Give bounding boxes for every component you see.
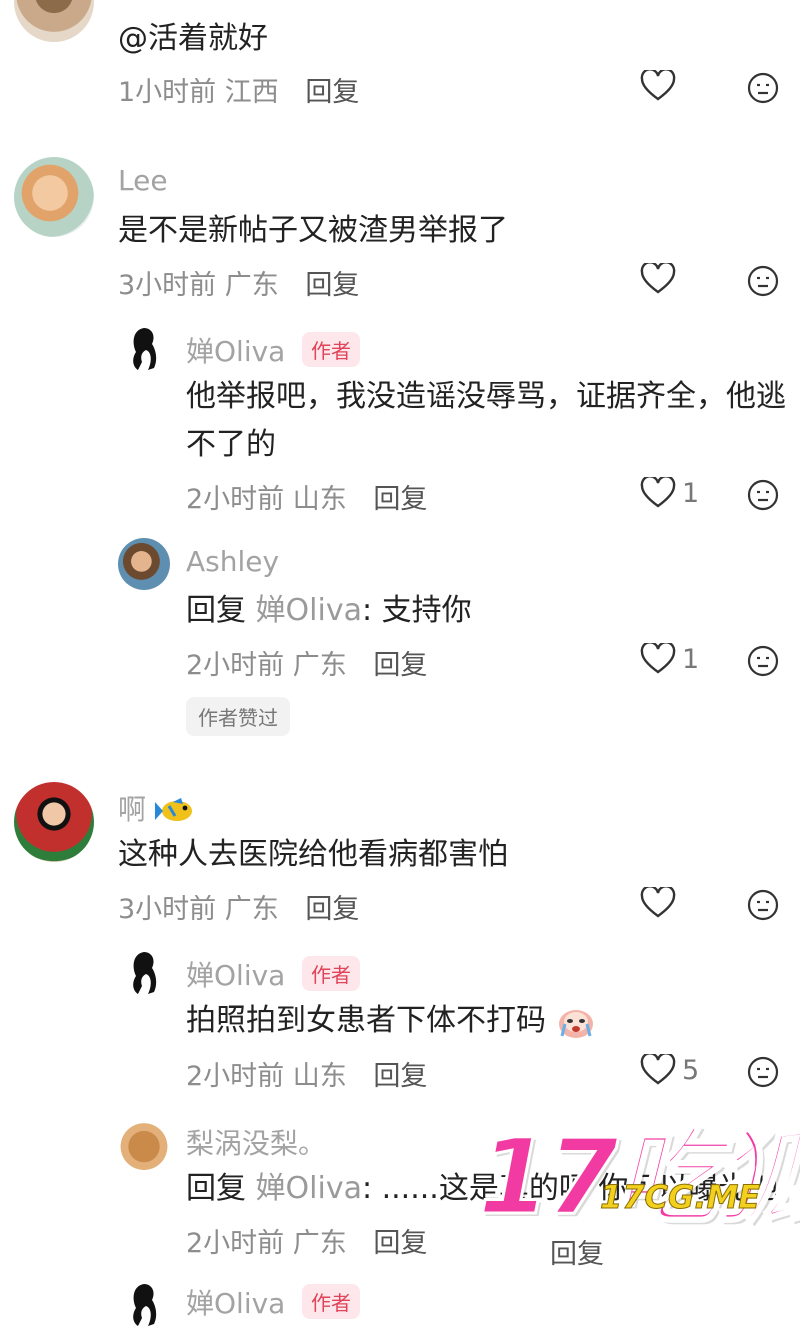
- comment-text: 他举报吧，我没造谣没辱骂，证据齐全，他逃: [186, 379, 786, 414]
- avatar[interactable]: [118, 538, 170, 590]
- dislike-icon[interactable]: [747, 889, 779, 921]
- username[interactable]: 婵Oliva: [186, 1282, 285, 1322]
- comment-region: 广东: [224, 894, 279, 925]
- crying-emoji-icon: [558, 1009, 593, 1038]
- author-badge: 作者: [302, 332, 360, 367]
- watermark-logo: 17吃狐: [477, 1115, 800, 1240]
- avatar[interactable]: [14, 782, 94, 862]
- avatar[interactable]: [118, 946, 170, 998]
- username-text: 啊: [118, 793, 147, 826]
- reply-button[interactable]: 回复: [373, 1061, 427, 1092]
- heart-icon: [640, 70, 676, 101]
- avatar[interactable]: [118, 322, 170, 374]
- reply-button[interactable]: 回复: [373, 484, 427, 515]
- avatar[interactable]: [118, 1118, 170, 1170]
- heart-icon: [640, 887, 676, 918]
- comment-time: 2小时前: [186, 650, 285, 681]
- comment-meta: 2小时前 广东 回复: [186, 643, 427, 682]
- heart-icon: [640, 477, 676, 508]
- username[interactable]: 婵Oliva: [186, 330, 285, 370]
- comment-time: 2小时前: [186, 1061, 285, 1092]
- like-count: 1: [682, 643, 700, 675]
- comment-time: 2小时前: [186, 484, 285, 515]
- heart-icon: [640, 643, 676, 674]
- comment-region: 广东: [292, 1228, 347, 1259]
- reply-button[interactable]: 回复: [305, 894, 359, 925]
- comment-text: 是不是新帖子又被渣男举报了: [118, 213, 508, 248]
- fish-emoji-icon: [154, 798, 192, 821]
- reply-button[interactable]: 回复: [305, 77, 359, 108]
- avatar[interactable]: [118, 1278, 170, 1330]
- username[interactable]: 婵Oliva: [186, 954, 285, 994]
- comment-region: 广东: [292, 650, 347, 681]
- comment-text: 这种人去医院给他看病都害怕: [118, 837, 508, 872]
- comment-time: 3小时前: [118, 894, 217, 925]
- like-count: 1: [682, 477, 700, 509]
- avatar[interactable]: [14, 157, 94, 237]
- reply-mention[interactable]: 婵Oliva: [256, 1171, 362, 1206]
- like-button[interactable]: [640, 263, 682, 295]
- username[interactable]: 梨涡没梨。: [186, 1122, 326, 1162]
- avatar[interactable]: [14, 0, 94, 42]
- comment-time: 1小时前: [118, 77, 217, 108]
- author-avatar-icon: [133, 328, 157, 370]
- comment-meta: 3小时前 广东 回复: [118, 263, 359, 302]
- reply-prefix: 回复: [186, 1171, 246, 1206]
- comment-meta: 1小时前 江西 回复: [118, 70, 359, 109]
- reply-button[interactable]: 回复: [305, 270, 359, 301]
- comment-text: 不了的: [186, 427, 276, 462]
- like-button[interactable]: [640, 887, 682, 919]
- reply-body: 拍照拍到女患者下体不打码: [186, 1003, 546, 1038]
- like-button[interactable]: 1: [640, 643, 699, 675]
- reply-button[interactable]: 回复: [373, 1228, 427, 1259]
- comment-time: 2小时前: [186, 1228, 285, 1259]
- author-liked-badge: 作者赞过: [186, 697, 290, 736]
- comment-region: 山东: [292, 484, 347, 515]
- comment-thread: @活着就好 1小时前 江西 回复 Lee 是不是新帖子又被渣男举报了 3小时前 …: [0, 0, 800, 1331]
- dislike-icon[interactable]: [747, 265, 779, 297]
- comment-text: 拍照拍到女患者下体不打码: [186, 994, 596, 1048]
- watermark-domain: 17CG.ME: [599, 1178, 761, 1217]
- username[interactable]: 啊: [118, 788, 199, 828]
- reply-button[interactable]: 回复: [373, 650, 427, 681]
- username[interactable]: Ashley: [186, 545, 279, 578]
- like-button[interactable]: [640, 70, 682, 102]
- comment-region: 山东: [292, 1061, 347, 1092]
- author-avatar-icon: [133, 1284, 157, 1326]
- comment-text: 回复 婵Oliva: 支持你: [186, 584, 472, 638]
- comment-meta: 2小时前 山东 回复: [186, 1054, 427, 1093]
- like-button[interactable]: 1: [640, 477, 699, 509]
- comment-meta: 2小时前 广东 回复: [186, 1221, 427, 1260]
- heart-icon: [640, 1054, 676, 1085]
- dislike-icon[interactable]: [747, 1056, 779, 1088]
- heart-icon: [640, 263, 676, 294]
- reply-prefix: 回复: [186, 593, 246, 628]
- dislike-icon[interactable]: [747, 72, 779, 104]
- author-avatar-icon: [133, 952, 157, 994]
- reply-mention[interactable]: 婵Oliva: [256, 593, 362, 628]
- dislike-icon[interactable]: [747, 479, 779, 511]
- comment-region: 江西: [224, 77, 279, 108]
- author-badge: 作者: [302, 1284, 360, 1319]
- comment-meta: 2小时前 山东 回复: [186, 477, 427, 516]
- comment-text: @活着就好: [118, 21, 268, 56]
- like-count: 5: [682, 1054, 700, 1086]
- comment-region: 广东: [224, 270, 279, 301]
- username[interactable]: Lee: [118, 164, 168, 197]
- author-badge: 作者: [302, 956, 360, 991]
- comment-time: 3小时前: [118, 270, 217, 301]
- dislike-icon[interactable]: [747, 645, 779, 677]
- like-button[interactable]: 5: [640, 1054, 699, 1086]
- reply-body: : 支持你: [361, 593, 472, 628]
- comment-meta: 3小时前 广东 回复: [118, 887, 359, 926]
